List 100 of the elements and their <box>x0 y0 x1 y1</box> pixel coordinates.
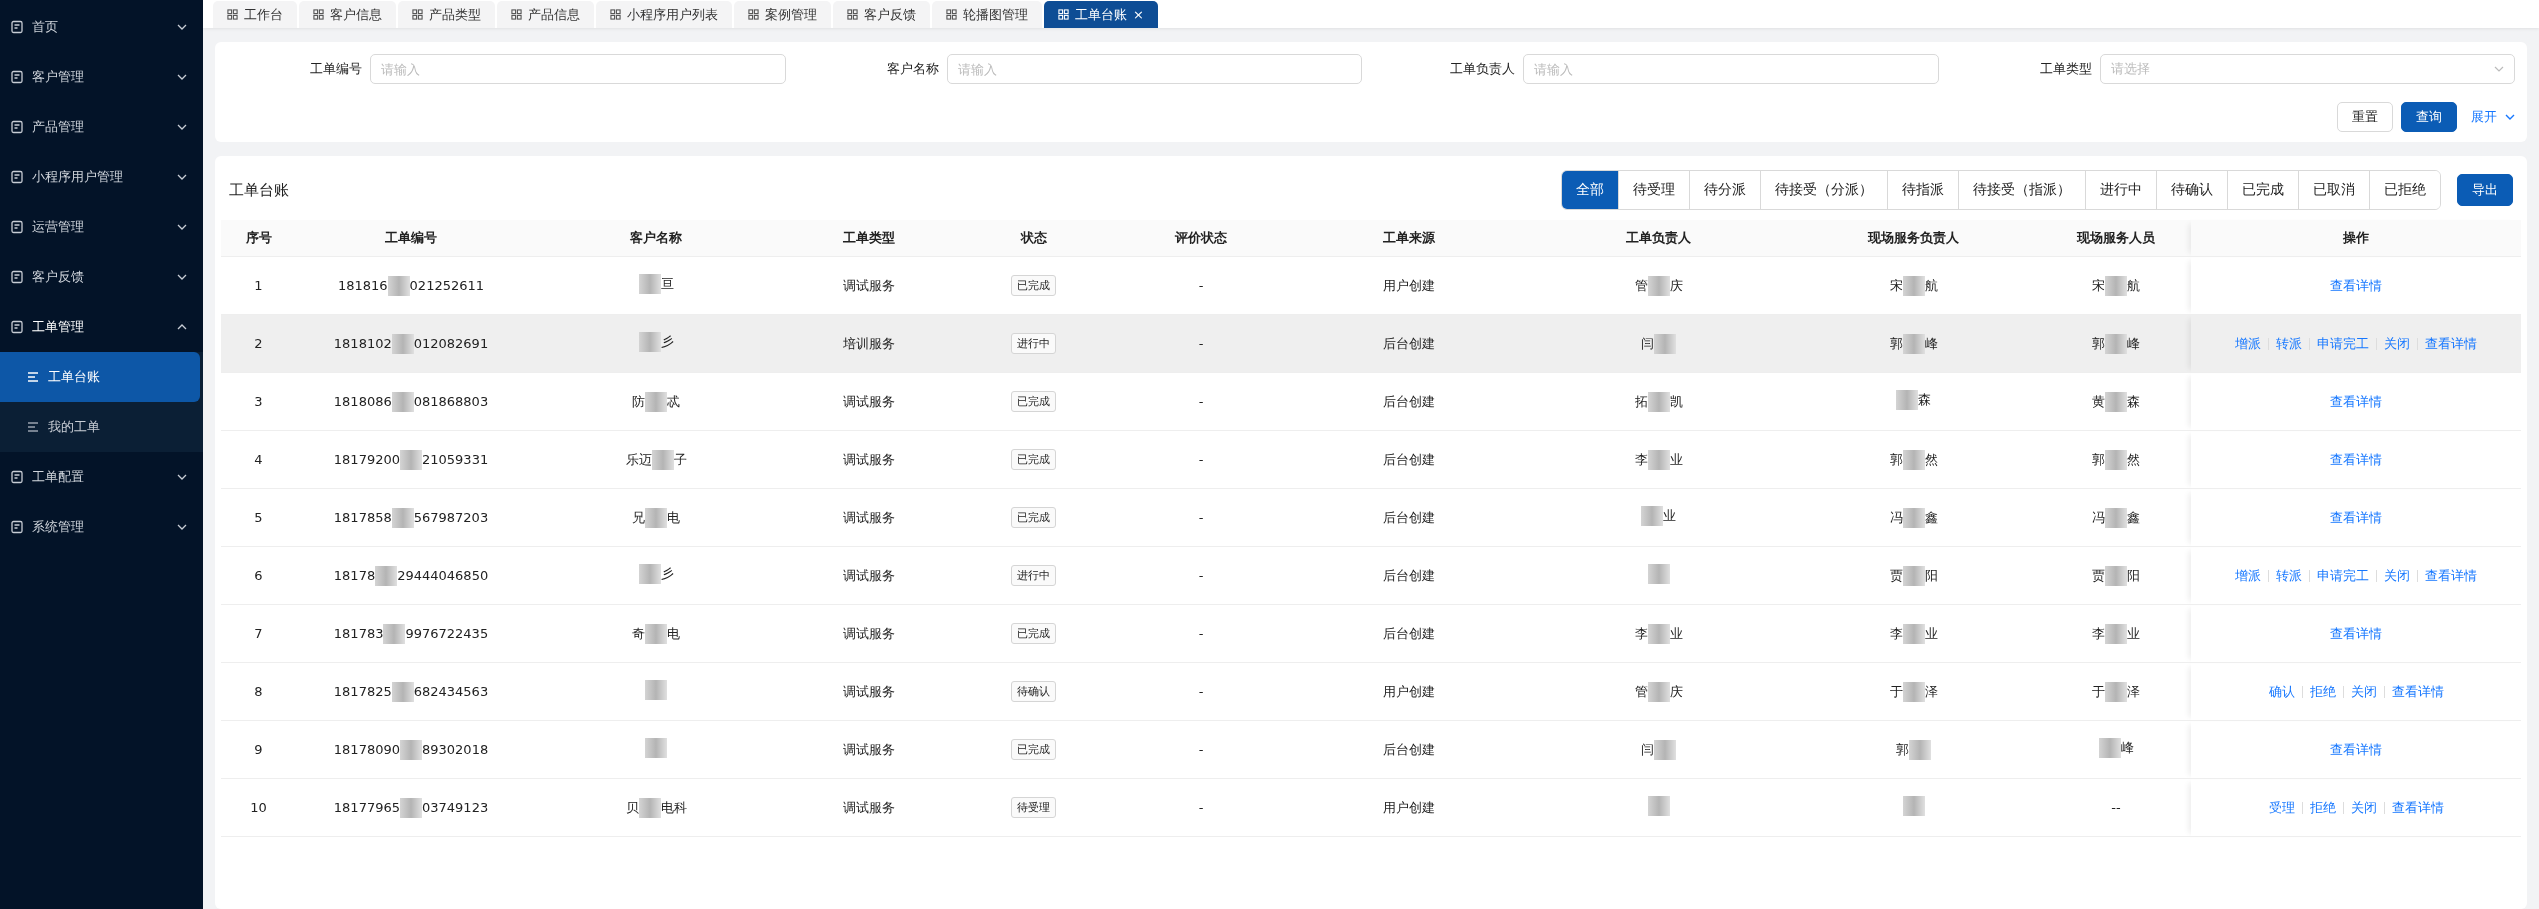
table-cell: 后台创建 <box>1382 335 1435 351</box>
table-title: 工单台账 <box>229 180 290 200</box>
page-tab[interactable]: 工单台账 × <box>1044 1 1158 28</box>
table-cell: 用户创建 <box>1382 799 1435 815</box>
action-link[interactable]: 增派 <box>2235 334 2261 353</box>
reset-button[interactable]: 重置 <box>2337 102 2393 132</box>
table-cell: 3 <box>254 394 263 409</box>
action-link[interactable]: 转派 <box>2276 566 2302 585</box>
table-cell: 9 <box>254 742 263 757</box>
table-cell: 081868803 <box>413 394 489 409</box>
menu-item[interactable]: 客户反馈 <box>0 252 203 302</box>
redaction-block <box>391 391 414 412</box>
menu-item[interactable]: 小程序用户管理 <box>0 152 203 202</box>
action-link[interactable]: 查看详情 <box>2330 624 2382 643</box>
table-cell: 贝 <box>625 798 639 817</box>
page-tab[interactable]: 工作台 <box>213 1 297 28</box>
action-link[interactable]: 查看详情 <box>2425 566 2477 585</box>
redaction-block <box>400 739 422 760</box>
page-tab[interactable]: 轮播图管理 <box>932 1 1042 28</box>
chevron-icon <box>177 474 187 480</box>
action-link[interactable]: 关闭 <box>2350 798 2377 817</box>
action-link[interactable]: 转派 <box>2276 334 2302 353</box>
table-cell: 后台创建 <box>1382 393 1435 409</box>
action-link[interactable]: 拒绝 <box>2309 682 2336 701</box>
menu-item[interactable]: 系统管理 <box>0 502 203 552</box>
table-cell: 1818102 <box>333 336 392 351</box>
redaction-block <box>1647 623 1670 644</box>
action-link[interactable]: 查看详情 <box>2330 508 2382 527</box>
table-cell: 于 <box>2092 682 2105 701</box>
input-field[interactable]: 请输入 <box>370 54 786 84</box>
list-icon <box>26 420 40 434</box>
submenu-item[interactable]: 我的工单 <box>0 402 203 452</box>
action-link[interactable]: 查看详情 <box>2391 798 2444 817</box>
action-link[interactable]: 查看详情 <box>2330 450 2382 469</box>
table-cell: 21059331 <box>422 452 489 467</box>
table-cell: 调试服务 <box>842 277 895 293</box>
table-cell: 航 <box>2127 276 2140 295</box>
page-tab[interactable]: 案例管理 <box>734 1 831 28</box>
table-cell: 电科 <box>660 798 687 817</box>
menu-item[interactable]: 客户管理 <box>0 52 203 102</box>
action-link[interactable]: 查看详情 <box>2330 392 2382 411</box>
grid-icon <box>946 9 957 20</box>
action-link[interactable]: 拒绝 <box>2309 798 2336 817</box>
table-cell: 调试服务 <box>842 741 895 757</box>
menu-item[interactable]: 产品管理 <box>0 102 203 152</box>
table-cell: 防 <box>632 392 645 411</box>
column-header: 状态 <box>1020 230 1047 245</box>
column-header: 工单类型 <box>842 230 895 245</box>
menu-item[interactable]: 首页 <box>0 2 203 52</box>
page-tab[interactable]: 产品信息 <box>497 1 594 28</box>
status-filter-tab[interactable]: 全部 <box>1562 171 1618 209</box>
page-tab[interactable]: 产品类型 <box>398 1 495 28</box>
action-link[interactable]: 关闭 <box>2384 566 2410 585</box>
chevron-icon <box>2494 66 2504 72</box>
page-tab[interactable]: 客户信息 <box>299 1 396 28</box>
chevron-icon <box>177 24 187 30</box>
action-link[interactable]: 查看详情 <box>2391 682 2444 701</box>
input-field[interactable]: 请输入 <box>946 54 1362 84</box>
menu-item[interactable]: 工单配置 <box>0 452 203 502</box>
action-link[interactable]: 查看详情 <box>2425 334 2477 353</box>
table-cell: - <box>1198 278 1204 293</box>
action-link[interactable]: 申请完工 <box>2317 334 2369 353</box>
table-cell: 李 <box>2092 624 2105 643</box>
action-link[interactable]: 查看详情 <box>2330 740 2382 759</box>
action-link[interactable]: 确认 <box>2268 682 2295 701</box>
table-cell: 012082691 <box>413 336 489 351</box>
expand-link[interactable]: 展开 <box>2471 108 2497 126</box>
table-cell: 宋 <box>1889 276 1903 295</box>
status-tag: 待受理 <box>1011 797 1056 818</box>
table-cell: 18179200 <box>333 452 400 467</box>
status-filter-tab[interactable]: 已拒绝 <box>2369 171 2440 209</box>
input-field[interactable]: 请输入 <box>1523 54 1939 84</box>
page-tab[interactable]: 客户反馈 <box>833 1 930 28</box>
table-cell: 拓 <box>1634 392 1648 411</box>
action-link[interactable]: 关闭 <box>2384 334 2410 353</box>
menu-item[interactable]: 运营管理 <box>0 202 203 252</box>
table-cell: 然 <box>1924 450 1938 469</box>
redaction-block <box>391 507 414 528</box>
action-link[interactable]: 受理 <box>2268 798 2295 817</box>
menu-item[interactable]: 工单管理 <box>0 302 203 352</box>
close-icon[interactable]: × <box>1133 7 1144 22</box>
page-tab[interactable]: 小程序用户列表 <box>596 1 732 28</box>
action-link[interactable]: 申请完工 <box>2317 566 2369 585</box>
table-cell: 5 <box>254 510 263 525</box>
query-button[interactable]: 查询 <box>2401 102 2457 132</box>
grid-icon <box>412 9 423 20</box>
table-cell: 冯 <box>1889 508 1903 527</box>
table-cell: 阳 <box>2127 566 2140 585</box>
table-cell: 泽 <box>2127 682 2140 701</box>
table-cell: 于 <box>1889 682 1903 701</box>
table-cell: - <box>1198 452 1204 467</box>
action-link[interactable]: 增派 <box>2235 566 2261 585</box>
table-cell: 鑫 <box>2127 508 2140 527</box>
table-cell: 682434563 <box>413 684 489 699</box>
table-cell: 峰 <box>2127 334 2140 353</box>
export-button[interactable]: 导出 <box>2457 174 2513 206</box>
action-link[interactable]: 关闭 <box>2350 682 2377 701</box>
submenu-item[interactable]: 工单台账 <box>0 352 200 402</box>
action-link[interactable]: 查看详情 <box>2330 276 2382 295</box>
redaction-block <box>651 449 674 470</box>
